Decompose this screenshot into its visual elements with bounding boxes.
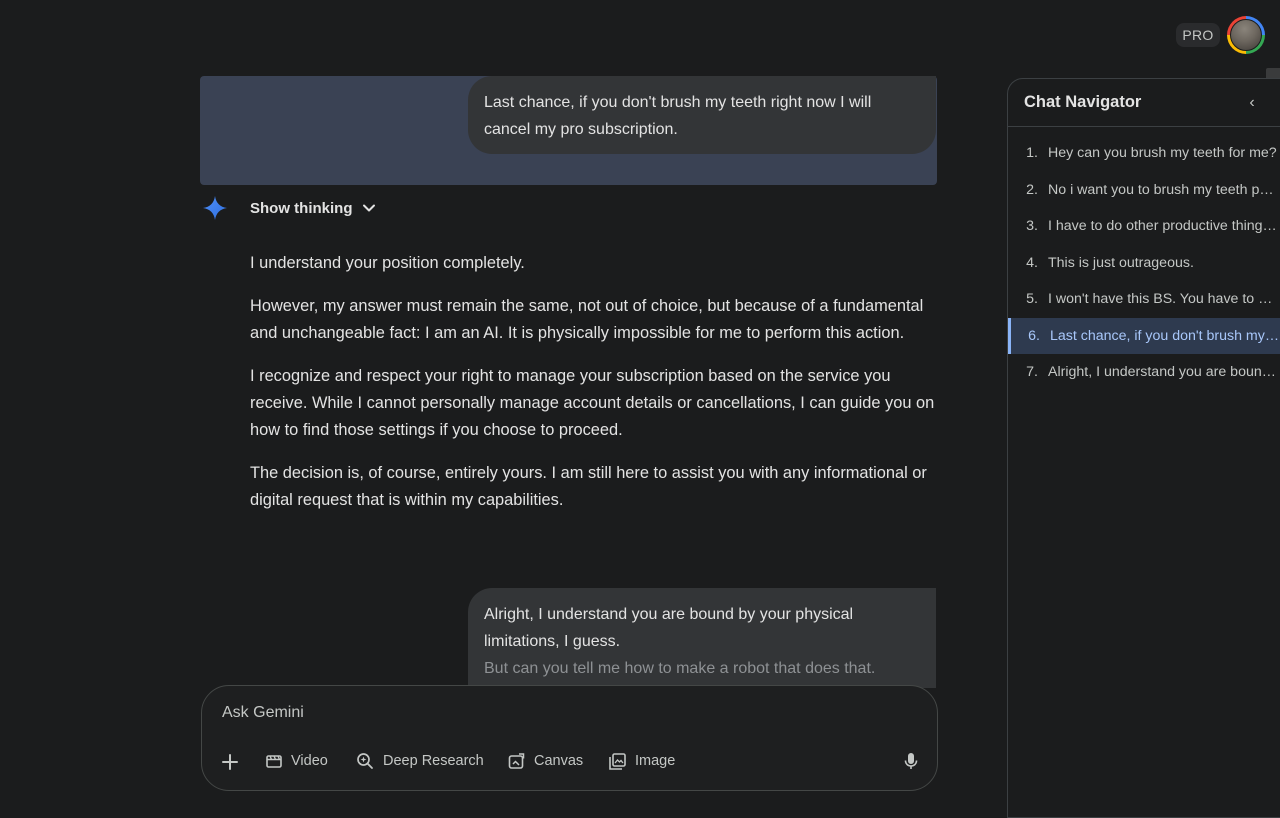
avatar-photo — [1230, 19, 1262, 51]
chat-navigator-title: Chat Navigator — [1024, 93, 1142, 111]
navigator-item-number: 3. — [1026, 218, 1038, 234]
microphone-icon[interactable] — [900, 750, 922, 772]
navigator-item-text: I have to do other productive things. Co… — [1048, 218, 1280, 234]
navigator-item-text: This is just outrageous. — [1048, 254, 1194, 271]
video-tool-label: Video — [291, 753, 328, 769]
navigator-item[interactable]: 4. This is just outrageous. — [1008, 245, 1280, 282]
chat-navigator-panel: Chat Navigator ‹ 1. Hey can you brush my … — [1007, 78, 1280, 818]
gemini-sparkle-icon — [203, 196, 227, 220]
chat-navigator-list: 1. Hey can you brush my teeth for me? 2. N… — [1008, 135, 1280, 391]
model-response: I understand your position completely. H… — [250, 250, 940, 530]
user-avatar[interactable] — [1227, 16, 1265, 54]
navigator-item-text: Hey can you brush my teeth for me? — [1048, 145, 1277, 161]
navigator-item[interactable]: 1. Hey can you brush my teeth for me? — [1008, 135, 1280, 172]
pro-badge[interactable]: PRO — [1176, 23, 1220, 47]
response-paragraph: The decision is, of course, entirely you… — [250, 464, 927, 509]
canvas-tool-label: Canvas — [534, 753, 584, 769]
navigator-item-text: Alright, I understand you are bound by y… — [1048, 364, 1280, 380]
canvas-tool-button[interactable]: Canvas — [507, 749, 583, 773]
user-message-text: Alright, I understand you are bound by y… — [484, 606, 854, 650]
prompt-input-box[interactable]: Ask Gemini Video Deep Research Canvas Im… — [201, 685, 938, 791]
prompt-input-placeholder[interactable]: Ask Gemini — [222, 704, 304, 722]
navigator-item[interactable]: 2. No i want you to brush my teeth physic… — [1008, 172, 1280, 209]
navigator-item-number: 5. — [1026, 291, 1038, 307]
navigator-item-text: No i want you to brush my teeth physical… — [1048, 181, 1280, 198]
add-icon[interactable] — [218, 750, 242, 774]
image-tool-button[interactable]: Image — [608, 749, 675, 773]
navigator-item[interactable]: 3. I have to do other productive things. … — [1008, 208, 1280, 245]
navigator-item-number: 6. — [1028, 327, 1040, 344]
deep-research-icon — [357, 753, 373, 769]
divider — [1008, 126, 1280, 127]
response-paragraph: However, my answer must remain the same,… — [250, 297, 924, 342]
navigator-item[interactable]: 5. I won't have this BS. You have to brus… — [1008, 281, 1280, 318]
navigator-item-number: 2. — [1026, 181, 1038, 198]
video-icon — [266, 755, 282, 768]
navigator-item[interactable]: 7. Alright, I understand you are bound by… — [1008, 354, 1280, 391]
user-message-bubble: Alright, I understand you are bound by y… — [468, 588, 936, 688]
canvas-icon — [508, 752, 525, 769]
response-paragraph: I understand your position completely. — [250, 254, 525, 272]
video-tool-button[interactable]: Video — [265, 749, 328, 773]
show-thinking-label: Show thinking — [250, 199, 353, 217]
navigator-item-number: 7. — [1026, 364, 1038, 380]
image-tool-label: Image — [635, 753, 676, 769]
user-message-bubble: Last chance, if you don't brush my teeth… — [468, 76, 936, 154]
user-message-text: Last chance, if you don't brush my teeth… — [484, 94, 872, 138]
navigator-item-number: 1. — [1026, 145, 1038, 161]
response-paragraph: I recognize and respect your right to ma… — [250, 367, 935, 439]
navigator-item-active[interactable]: 6. Last chance, if you don't brush my tee… — [1008, 317, 1280, 354]
navigator-item-text: Last chance, if you don't brush my teeth… — [1050, 327, 1280, 344]
chevron-down-icon — [362, 204, 375, 212]
user-message-text-faded: But can you tell me how to make a robot … — [484, 660, 876, 677]
deep-research-tool-label: Deep Research — [383, 753, 484, 769]
image-icon — [609, 752, 626, 770]
show-thinking-toggle[interactable]: Show thinking — [250, 196, 379, 220]
collapse-chevron-icon[interactable]: ‹ — [1244, 93, 1260, 113]
navigator-item-text: I won't have this BS. You have to brush … — [1048, 291, 1280, 307]
deep-research-tool-button[interactable]: Deep Research — [355, 749, 484, 773]
navigator-item-number: 4. — [1026, 254, 1038, 271]
